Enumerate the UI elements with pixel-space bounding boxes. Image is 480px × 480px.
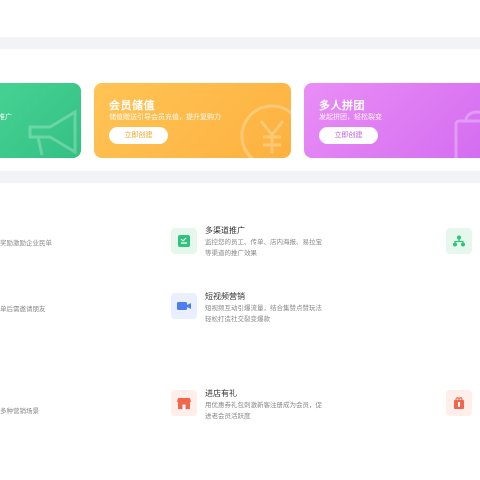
- shopping-bag-icon: [454, 110, 480, 158]
- multi-channel-icon-box[interactable]: [171, 228, 197, 254]
- short-video-title[interactable]: 短视频营销: [205, 291, 245, 302]
- video-camera-icon: [177, 302, 191, 310]
- group-buy-card[interactable]: 多人拼团 发起拼团，轻松裂变 立即创建: [304, 83, 480, 158]
- network-icon: [453, 235, 465, 247]
- multi-channel-title[interactable]: 多渠道推广: [205, 225, 245, 236]
- list-check-icon: [178, 235, 190, 247]
- store-gift-desc: 用优惠券礼包刺激新客注册成为会员，促进老会员活跃度: [205, 402, 322, 420]
- promo-card-green-desc: 推广: [0, 114, 12, 121]
- store-gift-title[interactable]: 进店有礼: [205, 388, 237, 399]
- promo-card-green[interactable]: 推广: [0, 83, 81, 158]
- group-buy-create-button[interactable]: 立即创建: [319, 127, 378, 144]
- group-buy-title: 多人拼团: [319, 100, 365, 112]
- right-gift-store-icon-box[interactable]: [446, 390, 472, 416]
- gift-store-icon: [454, 397, 464, 409]
- group-buy-desc: 发起拼团，轻松裂变: [319, 114, 382, 121]
- member-stored-value-card[interactable]: 会员储值 储值赠送引导会员充值，提升复购力 立即创建: [94, 83, 291, 158]
- right-network-icon-box[interactable]: [446, 228, 472, 254]
- store-icon: [177, 398, 191, 409]
- left-item-desc-2: 单后需邀请朋友: [0, 306, 46, 313]
- member-stored-value-create-button[interactable]: 立即创建: [109, 127, 168, 144]
- left-item-desc-1: 奖励激励企业民单: [0, 240, 52, 247]
- member-stored-value-title: 会员储值: [109, 100, 155, 112]
- left-item-desc-3: 多种营销场景: [0, 408, 39, 415]
- middle-divider-band: [0, 171, 480, 183]
- top-divider-band: [0, 37, 480, 49]
- megaphone-icon: [28, 109, 77, 156]
- member-stored-value-desc: 储值赠送引导会员充值，提升复购力: [109, 114, 221, 121]
- multi-channel-desc: 监控您的员工、传单、店内海报、易拉宝等渠道的推广效果: [205, 239, 322, 257]
- yuan-coin-icon: [240, 104, 291, 158]
- store-gift-icon-box[interactable]: [171, 390, 197, 416]
- short-video-desc: 短视频互动引爆流量，结合集赞点赞玩法轻松打造社交裂变爆款: [205, 305, 322, 323]
- short-video-icon-box[interactable]: [171, 293, 197, 319]
